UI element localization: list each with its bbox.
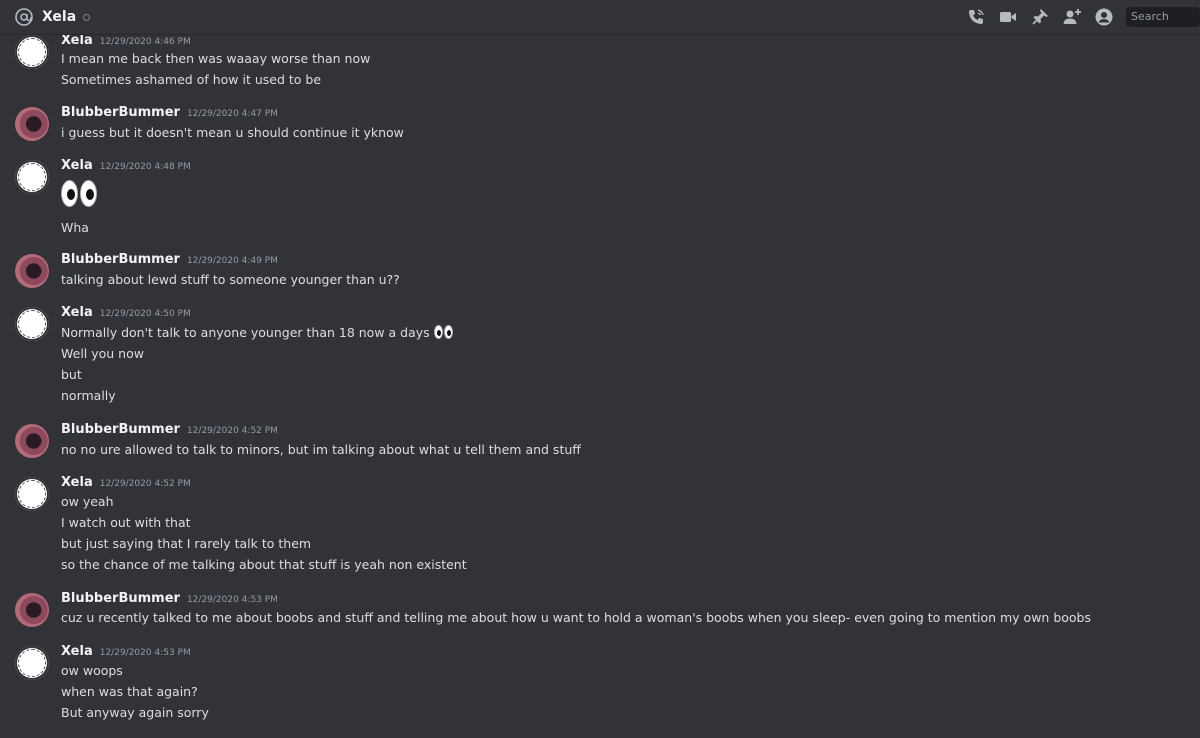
avatar[interactable] bbox=[15, 593, 49, 627]
voice-call-icon bbox=[969, 9, 984, 24]
eye-shape bbox=[443, 325, 453, 339]
avatar[interactable] bbox=[15, 477, 49, 511]
eyes-emoji-icon bbox=[433, 325, 453, 339]
avatar[interactable] bbox=[15, 35, 49, 69]
eyes-emoji-icon bbox=[61, 180, 97, 207]
eye-shape bbox=[61, 180, 78, 207]
message-text: when was that again? bbox=[61, 684, 198, 699]
message-header: BlubberBummer 12/29/2020 4:49 PM bbox=[61, 252, 278, 267]
author-name[interactable]: Xela bbox=[61, 475, 93, 490]
search-input[interactable] bbox=[1126, 7, 1200, 27]
message-text: i guess but it doesn't mean u should con… bbox=[61, 125, 404, 140]
message-text: Wha bbox=[61, 220, 89, 235]
eye-shape bbox=[433, 325, 443, 339]
message-header: BlubberBummer 12/29/2020 4:47 PM bbox=[61, 105, 278, 120]
offline-status-icon bbox=[83, 13, 91, 21]
timestamp: 12/29/2020 4:46 PM bbox=[99, 37, 191, 47]
voice-call-button[interactable] bbox=[966, 7, 986, 27]
channel-name: Xela bbox=[42, 9, 77, 25]
author-name[interactable]: BlubberBummer bbox=[61, 252, 180, 267]
add-friends-to-dm-button[interactable] bbox=[1062, 7, 1082, 27]
message-header: Xela 12/29/2020 4:46 PM bbox=[61, 35, 191, 48]
message-text: ow yeah bbox=[61, 494, 114, 509]
pinned-messages-button[interactable] bbox=[1030, 7, 1050, 27]
dm-window: Xela Search Xela 12/29/2020 4:46 PM I me… bbox=[0, 0, 1200, 738]
message-header: Xela 12/29/2020 4:52 PM bbox=[61, 475, 191, 490]
pin-icon bbox=[1032, 9, 1048, 25]
author-name[interactable]: BlubberBummer bbox=[61, 422, 180, 437]
timestamp: 12/29/2020 4:47 PM bbox=[186, 109, 278, 119]
message-text: but just saying that I rarely talk to th… bbox=[61, 536, 312, 551]
timestamp: 12/29/2020 4:49 PM bbox=[186, 256, 278, 266]
message-header: BlubberBummer 12/29/2020 4:53 PM bbox=[61, 591, 278, 606]
message-text: I mean me back then was waaay worse than… bbox=[61, 51, 371, 66]
message-text: so the chance of me talking about that s… bbox=[61, 557, 467, 572]
timestamp: 12/29/2020 4:53 PM bbox=[99, 648, 191, 658]
author-name[interactable]: Xela bbox=[61, 158, 93, 173]
author-name[interactable]: Xela bbox=[61, 305, 93, 320]
message-text: talking about lewd stuff to someone youn… bbox=[61, 272, 400, 287]
timestamp: 12/29/2020 4:52 PM bbox=[186, 426, 278, 436]
message-text-content: Normally don't talk to anyone younger th… bbox=[61, 325, 430, 340]
message-text: But anyway again sorry bbox=[61, 705, 209, 720]
message-list: Xela 12/29/2020 4:46 PM I mean me back t… bbox=[0, 35, 1200, 738]
message-text: I watch out with that bbox=[61, 515, 191, 530]
avatar[interactable] bbox=[15, 107, 49, 141]
avatar[interactable] bbox=[15, 307, 49, 341]
author-name[interactable]: BlubberBummer bbox=[61, 591, 180, 606]
timestamp: 12/29/2020 4:50 PM bbox=[99, 309, 191, 319]
message-header: Xela 12/29/2020 4:53 PM bbox=[61, 644, 191, 659]
timestamp: 12/29/2020 4:48 PM bbox=[99, 162, 191, 172]
timestamp: 12/29/2020 4:53 PM bbox=[186, 595, 278, 605]
user-profile-button[interactable] bbox=[1094, 7, 1114, 27]
author-name[interactable]: Xela bbox=[61, 35, 93, 48]
eye-shape bbox=[80, 180, 97, 207]
message-text: Sometimes ashamed of how it used to be bbox=[61, 72, 322, 87]
message-text: but bbox=[61, 367, 82, 382]
at-icon bbox=[15, 8, 33, 26]
message-text: Normally don't talk to anyone younger th… bbox=[61, 325, 453, 340]
message-text: normally bbox=[61, 388, 116, 403]
header-toolbar bbox=[966, 0, 1200, 34]
channel-header: Xela bbox=[0, 0, 1200, 35]
add-friend-icon bbox=[1063, 9, 1081, 24]
avatar[interactable] bbox=[15, 160, 49, 194]
user-profile-icon bbox=[1095, 8, 1113, 26]
author-name[interactable]: BlubberBummer bbox=[61, 105, 180, 120]
avatar[interactable] bbox=[15, 254, 49, 288]
avatar[interactable] bbox=[15, 424, 49, 458]
message-header: Xela 12/29/2020 4:50 PM bbox=[61, 305, 191, 320]
message-header: BlubberBummer 12/29/2020 4:52 PM bbox=[61, 422, 278, 437]
message-text: cuz u recently talked to me about boobs … bbox=[61, 610, 1091, 625]
video-call-button[interactable] bbox=[998, 7, 1018, 27]
timestamp: 12/29/2020 4:52 PM bbox=[99, 479, 191, 489]
video-call-icon bbox=[1000, 12, 1016, 22]
message-text: ow woops bbox=[61, 663, 123, 678]
avatar[interactable] bbox=[15, 646, 49, 680]
message-header: Xela 12/29/2020 4:48 PM bbox=[61, 158, 191, 173]
message-text: Well you now bbox=[61, 346, 144, 361]
message-text: no no ure allowed to talk to minors, but… bbox=[61, 442, 581, 457]
author-name[interactable]: Xela bbox=[61, 644, 93, 659]
